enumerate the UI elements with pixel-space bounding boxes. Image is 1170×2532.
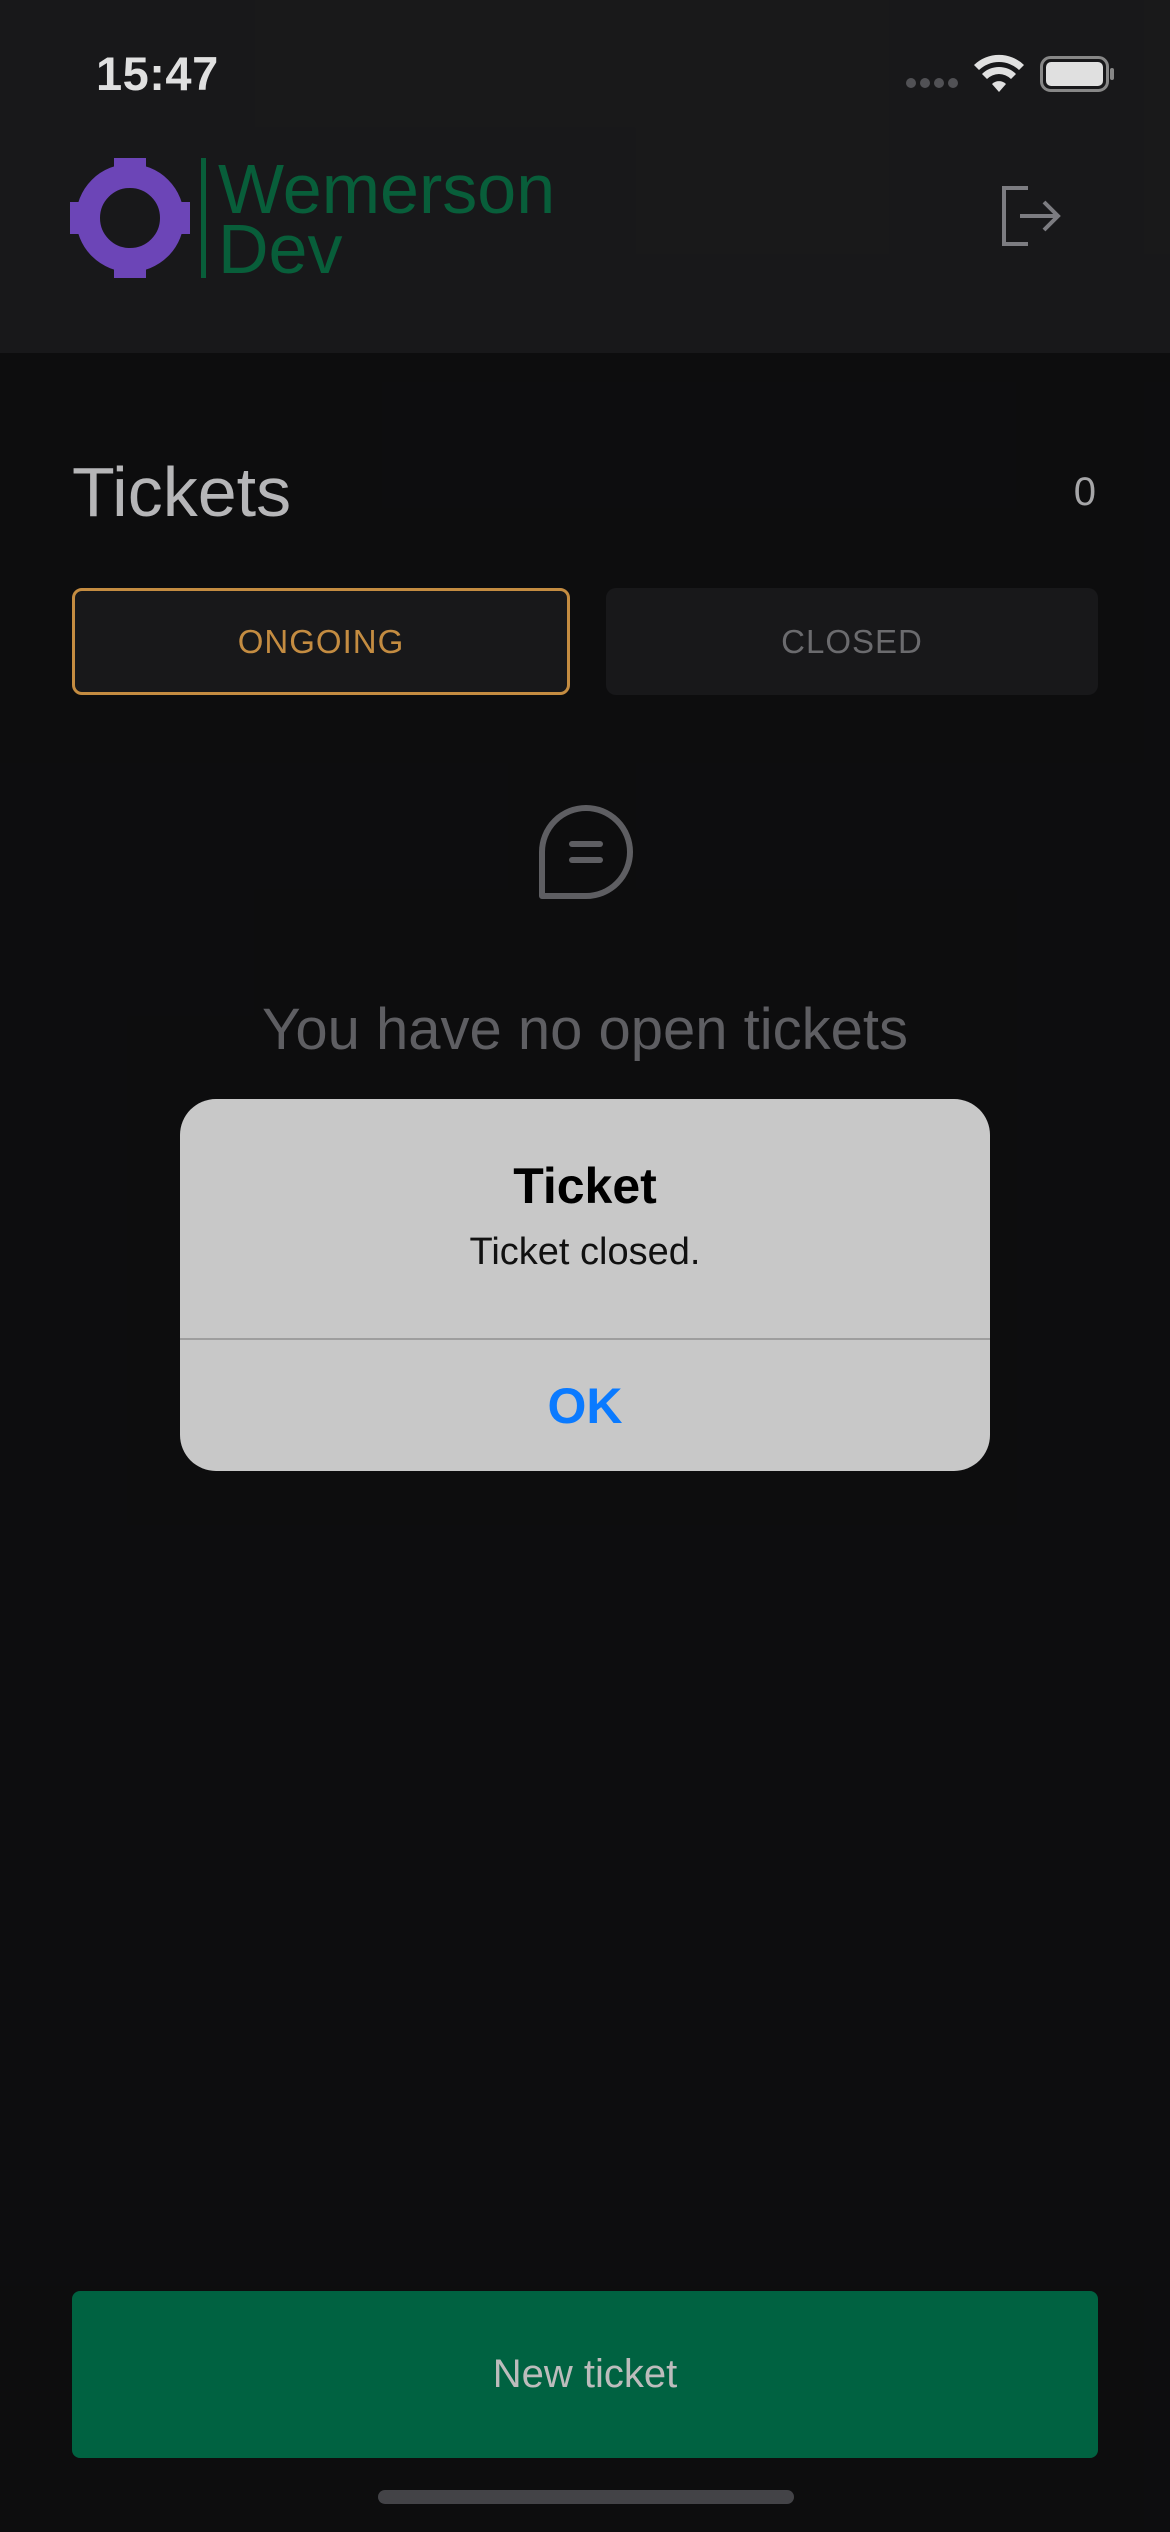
alert-dialog: Ticket Ticket closed. OK [180,1099,990,1471]
alert-title: Ticket [513,1158,657,1214]
alert-ok-button[interactable]: OK [180,1340,990,1471]
alert-message: Ticket closed. [469,1231,701,1273]
